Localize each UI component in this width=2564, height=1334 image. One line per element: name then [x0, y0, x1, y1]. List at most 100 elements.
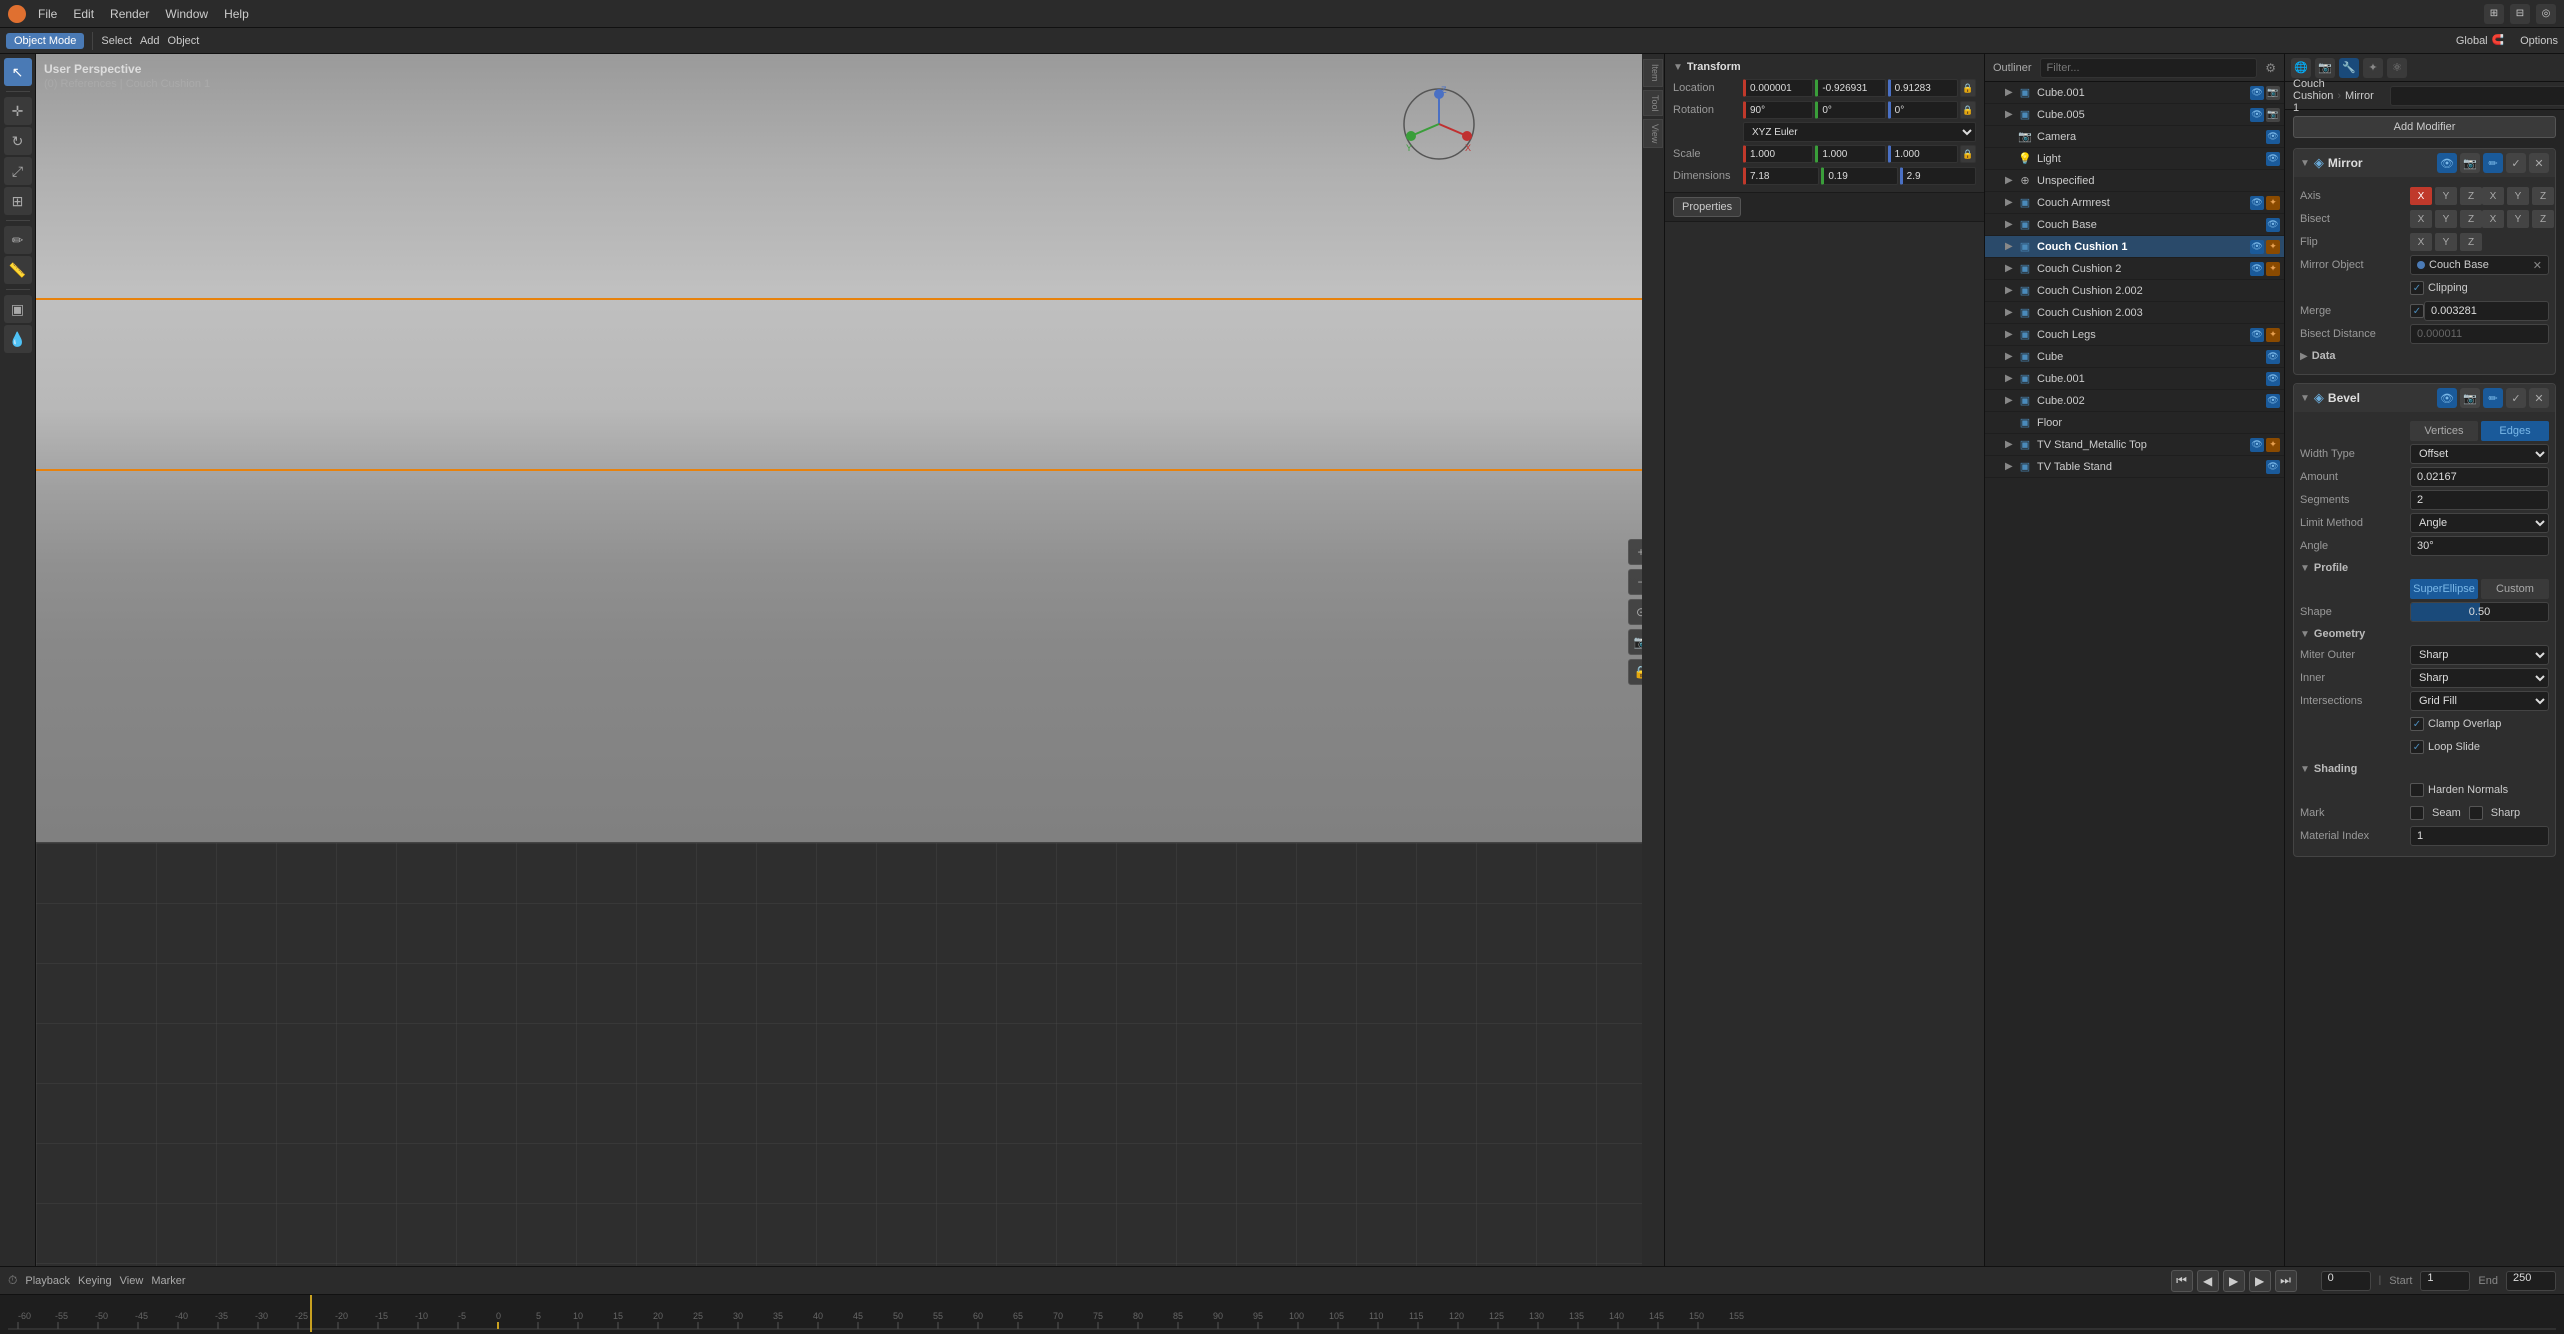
badge-vis[interactable]: 👁 [2250, 438, 2264, 452]
list-item-light[interactable]: 💡 Light 👁 [1985, 148, 2284, 170]
viewport[interactable]: User Perspective (0) References | Couch … [36, 54, 1664, 1266]
mirror-flip-y[interactable]: Y [2435, 233, 2457, 251]
current-frame-field[interactable]: 0 [2321, 1271, 2371, 1291]
list-item-couch-cushion-2-003[interactable]: ▶ ▣ Couch Cushion 2.003 [1985, 302, 2284, 324]
end-frame-field[interactable]: 250 [2506, 1271, 2556, 1291]
badge-sel[interactable]: ✦ [2266, 196, 2280, 210]
menu-edit[interactable]: Edit [73, 7, 94, 21]
marker-label[interactable]: Marker [151, 1275, 185, 1287]
bevel-profile-header[interactable]: ▼ Profile [2300, 560, 2549, 576]
tool-eyedropper[interactable]: 💧 [4, 325, 32, 353]
scale-z-field[interactable]: 1.000 [1888, 145, 1958, 163]
list-item-couch-base[interactable]: ▶ ▣ Couch Base 👁 [1985, 214, 2284, 236]
tool-add-cube[interactable]: ▣ [4, 295, 32, 323]
list-item-camera[interactable]: 📷 Camera 👁 [1985, 126, 2284, 148]
dim-x-field[interactable]: 7.18 [1743, 167, 1819, 185]
harden-normals-checkbox[interactable] [2410, 783, 2424, 797]
mirror-merge-checkbox[interactable] [2410, 304, 2424, 318]
header-icon-1[interactable]: ⊞ [2484, 4, 2504, 24]
bevel-realtime-btn[interactable]: 👁 [2437, 388, 2457, 408]
miter-inner-select[interactable]: Sharp [2410, 668, 2549, 688]
list-item-cube-001[interactable]: ▶ ▣ Cube.001 👁 [1985, 368, 2284, 390]
badge-vis[interactable]: 👁 [2250, 328, 2264, 342]
list-item-tv-stand[interactable]: ▶ ▣ TV Stand_Metallic Top 👁 ✦ [1985, 434, 2284, 456]
material-index-field[interactable]: 1 [2410, 826, 2549, 846]
badge-vis[interactable]: 👁 [2250, 86, 2264, 100]
dim-z-field[interactable]: 2.9 [1900, 167, 1976, 185]
mirror-flip-x[interactable]: X [2410, 233, 2432, 251]
start-frame-field[interactable]: 1 [2420, 1271, 2470, 1291]
mirror-axis-z2[interactable]: Z [2532, 187, 2554, 205]
mirror-enable-btn[interactable]: ✓ [2506, 153, 2526, 173]
mirror-axis-y[interactable]: Y [2435, 187, 2457, 205]
bevel-expand-arrow[interactable]: ▼ [2300, 393, 2310, 404]
mirror-realtime-btn[interactable]: 👁 [2437, 153, 2457, 173]
badge-vis[interactable]: 👁 [2266, 350, 2280, 364]
list-item-couch-cushion-2-002[interactable]: ▶ ▣ Couch Cushion 2.002 [1985, 280, 2284, 302]
next-frame-btn[interactable]: ▶ [2249, 1270, 2271, 1292]
playback-label[interactable]: Playback [25, 1275, 70, 1287]
mirror-bisect-y[interactable]: Y [2435, 210, 2457, 228]
prop-tab-scene[interactable]: 🌐 [2291, 58, 2311, 78]
bevel-vertices-btn[interactable]: Vertices [2410, 421, 2478, 441]
bevel-enable-btn[interactable]: ✓ [2506, 388, 2526, 408]
list-item-cube001[interactable]: ▶ ▣ Cube.001 👁 📷 [1985, 82, 2284, 104]
mirror-bisect-dist-value[interactable]: 0.000011 [2410, 324, 2549, 344]
mirror-flip-z[interactable]: Z [2460, 233, 2482, 251]
list-item-couch-armrest[interactable]: ▶ ▣ Couch Armrest 👁 ✦ [1985, 192, 2284, 214]
transform-header[interactable]: ▼ Transform [1673, 58, 1976, 76]
bevel-amount-field[interactable]: 0.02167 [2410, 467, 2549, 487]
rotation-y-field[interactable]: 0° [1815, 101, 1885, 119]
view-label[interactable]: View [120, 1275, 144, 1287]
badge-vis[interactable]: 👁 [2266, 460, 2280, 474]
properties-btn[interactable]: Properties [1673, 197, 1741, 217]
scale-lock[interactable]: 🔒 [1960, 145, 1976, 163]
mirror-bisect-x2[interactable]: X [2482, 210, 2504, 228]
header-icon-2[interactable]: ⊟ [2510, 4, 2530, 24]
menu-file[interactable]: File [38, 7, 57, 21]
rotation-x-field[interactable]: 90° [1743, 101, 1813, 119]
tool-transform[interactable]: ⊞ [4, 187, 32, 215]
badge-render[interactable]: 📷 [2266, 86, 2280, 100]
bevel-limit-select[interactable]: Angle [2410, 513, 2549, 533]
intersections-select[interactable]: Grid Fill [2410, 691, 2549, 711]
mirror-data-header[interactable]: ▶ Data [2300, 348, 2549, 364]
badge-vis[interactable]: 👁 [2266, 394, 2280, 408]
mirror-object-field[interactable]: Couch Base ✕ [2410, 255, 2549, 275]
dim-y-field[interactable]: 0.19 [1821, 167, 1897, 185]
timeline-track[interactable]: -60 -55 -50 -45 -40 -35 -30 -25 -20 -15 … [0, 1295, 2564, 1334]
bevel-edit-btn[interactable]: ✏ [2483, 388, 2503, 408]
list-item-cube005[interactable]: ▶ ▣ Cube.005 👁 📷 [1985, 104, 2284, 126]
badge-vis[interactable]: 👁 [2266, 218, 2280, 232]
badge-vis[interactable]: 👁 [2266, 130, 2280, 144]
header-add[interactable]: Add [140, 35, 160, 47]
badge-sel[interactable]: ✦ [2266, 438, 2280, 452]
mirror-axis-x2[interactable]: X [2482, 187, 2504, 205]
bevel-width-type-select[interactable]: Offset [2410, 444, 2549, 464]
location-lock[interactable]: 🔒 [1960, 79, 1976, 97]
profile-shape-slider[interactable]: 0.50 [2410, 602, 2549, 622]
list-item-couch-cushion-2[interactable]: ▶ ▣ Couch Cushion 2 👁 ✦ [1985, 258, 2284, 280]
bevel-segments-field[interactable]: 2 [2410, 490, 2549, 510]
mirror-bisect-y2[interactable]: Y [2507, 210, 2529, 228]
mirror-edit-btn[interactable]: ✏ [2483, 153, 2503, 173]
mirror-clipping-checkbox[interactable] [2410, 281, 2424, 295]
bevel-delete-btn[interactable]: ✕ [2529, 388, 2549, 408]
seam-checkbox[interactable] [2410, 806, 2424, 820]
mirror-axis-x[interactable]: X [2410, 187, 2432, 205]
tool-move[interactable]: ✛ [4, 97, 32, 125]
bevel-edges-btn[interactable]: Edges [2481, 421, 2549, 441]
bevel-angle-field[interactable]: 30° [2410, 536, 2549, 556]
header-icon-3[interactable]: ◎ [2536, 4, 2556, 24]
outliner-filter-icon[interactable]: ⚙ [2265, 61, 2276, 75]
badge-vis[interactable]: 👁 [2250, 196, 2264, 210]
list-item-unspecified[interactable]: ▶ ⊕ Unspecified [1985, 170, 2284, 192]
badge-vis[interactable]: 👁 [2266, 372, 2280, 386]
play-btn[interactable]: ▶ [2223, 1270, 2245, 1292]
euler-select[interactable]: XYZ Euler [1743, 122, 1976, 142]
side-tab-item[interactable]: Item [1643, 59, 1663, 87]
prop-tab-particles[interactable]: ✦ [2363, 58, 2383, 78]
sharp-checkbox[interactable] [2469, 806, 2483, 820]
list-item-floor[interactable]: ▣ Floor [1985, 412, 2284, 434]
keying-label[interactable]: Keying [78, 1275, 112, 1287]
